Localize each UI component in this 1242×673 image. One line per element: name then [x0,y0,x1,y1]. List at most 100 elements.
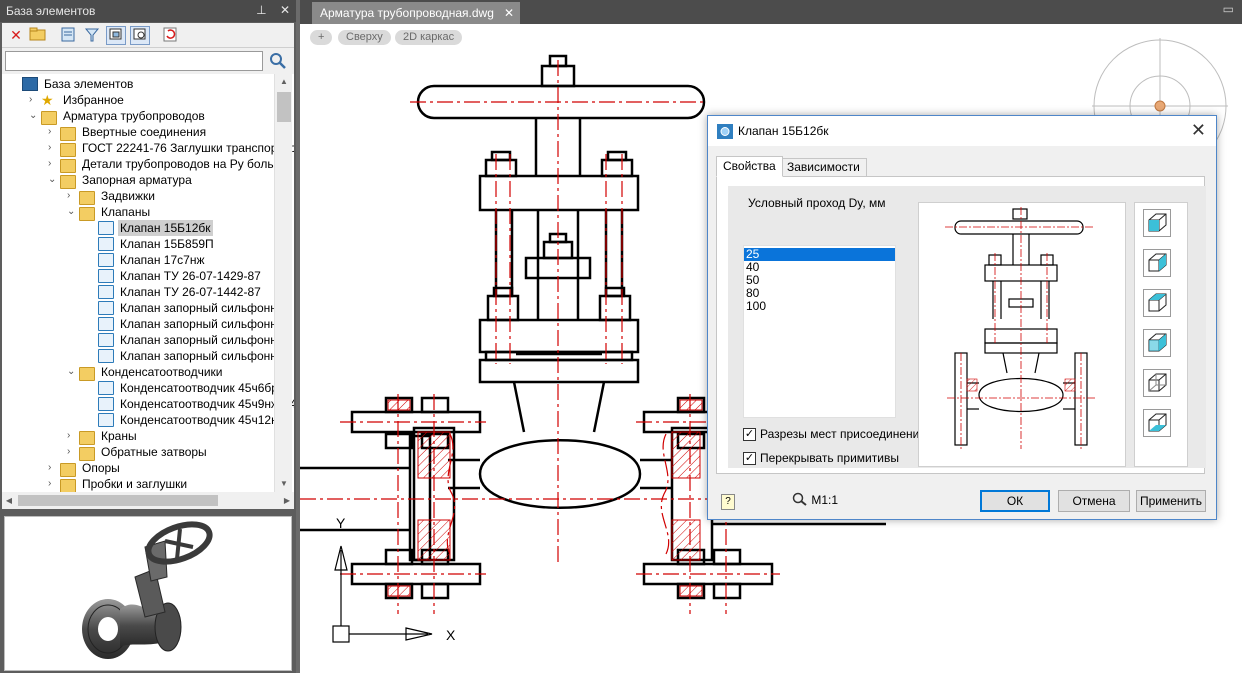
search-input[interactable] [5,51,263,71]
tab-properties[interactable]: Свойства [716,156,783,177]
doc-icon [98,333,114,347]
refresh-icon[interactable] [160,26,180,45]
filter-icon[interactable] [82,26,102,45]
overlap-primitives-label: Перекрывать примитивы [760,451,899,465]
expand-icon[interactable]: › [48,476,58,492]
properties-icon[interactable] [58,26,78,45]
dialog-close-icon[interactable]: ✕ [1191,120,1206,141]
tree-item-label: Арматура трубопроводов [63,109,205,123]
tree-item-label: Опоры [82,461,120,475]
tab-close-icon[interactable]: ✕ [504,6,514,20]
doc-icon [98,413,114,427]
tree-item-label: Клапан ТУ 26-07-1442-87 [120,285,261,299]
diameter-option[interactable]: 50 [744,274,895,287]
scale-indicator[interactable]: М1:1 [792,492,838,507]
tree-item-label: Клапан 15Б859П [120,237,214,251]
view-left-icon[interactable] [1143,249,1171,277]
doc-icon [98,221,114,235]
diameter-option[interactable]: 25 [744,248,895,261]
diameter-listbox[interactable]: 25 40 50 80 100 [743,245,896,418]
tree-item-label: Конденсатоотводчик 45ч12нж [120,413,286,427]
view-front-icon[interactable] [1143,289,1171,317]
help-icon[interactable]: ? [721,494,735,510]
preview-icon[interactable] [130,26,150,45]
connection-sections-label: Разрезы мест присоединения [760,427,926,441]
doc-icon [98,397,114,411]
panel-title: База элементов [6,4,96,18]
scroll-left-icon[interactable]: ◀ [2,492,16,509]
diameter-option[interactable]: 80 [744,287,895,300]
apply-button[interactable]: Применить [1136,490,1206,512]
tree-item-label: Конденсатоотводчик 45ч6бр [120,381,278,395]
checkbox-mark[interactable]: ✓ [743,428,756,441]
element-base-panel: База элементов ⊥ ✕ ✕ База элементов › ★ … [0,0,296,673]
dialog-title: Клапан 15Б12бк [738,124,829,138]
tree-item-label: Конденсатоотводчик 45ч9нж1-4М [120,397,294,411]
panel-close-icon[interactable]: ✕ [280,3,290,17]
search-row [2,48,294,74]
insert-icon[interactable] [106,26,126,45]
expand-icon[interactable]: › [48,124,58,140]
nominal-diameter-label: Условный проход Dy, мм [748,196,886,210]
view-back-icon[interactable] [1143,369,1171,397]
valve-drawing-preview [918,202,1126,467]
view-right-icon[interactable] [1143,329,1171,357]
tree-vertical-scrollbar[interactable]: ▲ ▼ [274,74,292,492]
tree-horizontal-scrollbar[interactable]: ◀ ▶ [2,492,294,509]
database-icon [22,77,38,91]
scroll-thumb[interactable] [277,92,291,122]
view-selector-panel [1134,202,1188,467]
tree-item-label: Клапан ТУ 26-07-1429-87 [120,269,261,283]
expand-icon[interactable]: › [48,460,58,476]
scroll-down-icon[interactable]: ▼ [275,476,293,492]
window-restore-icon[interactable]: ▭ [1223,2,1234,16]
doc-icon [98,285,114,299]
folder-icon [60,127,76,141]
gear-icon [717,124,733,139]
delete-icon[interactable]: ✕ [6,26,26,45]
ok-button[interactable]: ОК [980,490,1050,512]
expand-icon[interactable]: › [29,92,39,108]
tree-item-label: Обратные затворы [101,445,207,459]
folder-icon [79,367,95,381]
diameter-option[interactable]: 100 [744,300,895,313]
document-tab-bar: Арматура трубопроводная.dwg ✕ ▭ [300,0,1242,24]
hscroll-thumb[interactable] [18,495,218,506]
expand-icon[interactable]: › [67,188,77,204]
folder-icon [60,143,76,157]
open-folder-icon[interactable] [28,26,48,45]
tree-item-label: Клапан запорный сильфонный 4 [120,349,294,363]
document-tab-title: Арматура трубопроводная.dwg [320,6,494,20]
expand-icon[interactable]: › [67,444,77,460]
folder-icon [79,207,95,221]
search-icon[interactable] [267,51,289,71]
expand-icon[interactable]: › [48,156,58,172]
expand-icon[interactable]: › [48,140,58,156]
document-tab[interactable]: Арматура трубопроводная.dwg ✕ [312,2,520,24]
tree-item-label: Запорная арматура [82,173,192,187]
folder-icon [60,175,76,189]
scroll-up-icon[interactable]: ▲ [275,74,293,90]
collapse-icon[interactable]: ⌄ [29,108,39,124]
tab-dependencies[interactable]: Зависимости [780,158,867,177]
folder-icon [79,431,95,445]
doc-icon [98,253,114,267]
pin-icon[interactable]: ⊥ [256,3,266,17]
cancel-button[interactable]: Отмена [1058,490,1130,512]
collapse-icon[interactable]: ⌄ [48,172,58,188]
tree-item-label: Клапан запорный сильфонный [120,301,293,315]
tree-item-label: Ввертные соединения [82,125,207,139]
valve-properties-dialog: Клапан 15Б12бк ✕ Свойства Зависимости Ус… [707,115,1217,520]
collapse-icon[interactable]: ⌄ [67,204,77,220]
panel-title-bar: База элементов ⊥ ✕ [0,0,296,22]
dialog-title-bar: Клапан 15Б12бк ✕ [708,116,1216,146]
tree-item-label: Детали трубопроводов на Ру больше 10 [82,157,294,171]
diameter-option[interactable]: 40 [744,261,895,274]
scroll-right-icon[interactable]: ▶ [280,492,294,509]
view-top-icon[interactable] [1143,209,1171,237]
view-bottom-icon[interactable] [1143,409,1171,437]
expand-icon[interactable]: › [67,428,77,444]
collapse-icon[interactable]: ⌄ [67,364,77,380]
checkbox-mark[interactable]: ✓ [743,452,756,465]
tree-item-label: Задвижки [101,189,155,203]
